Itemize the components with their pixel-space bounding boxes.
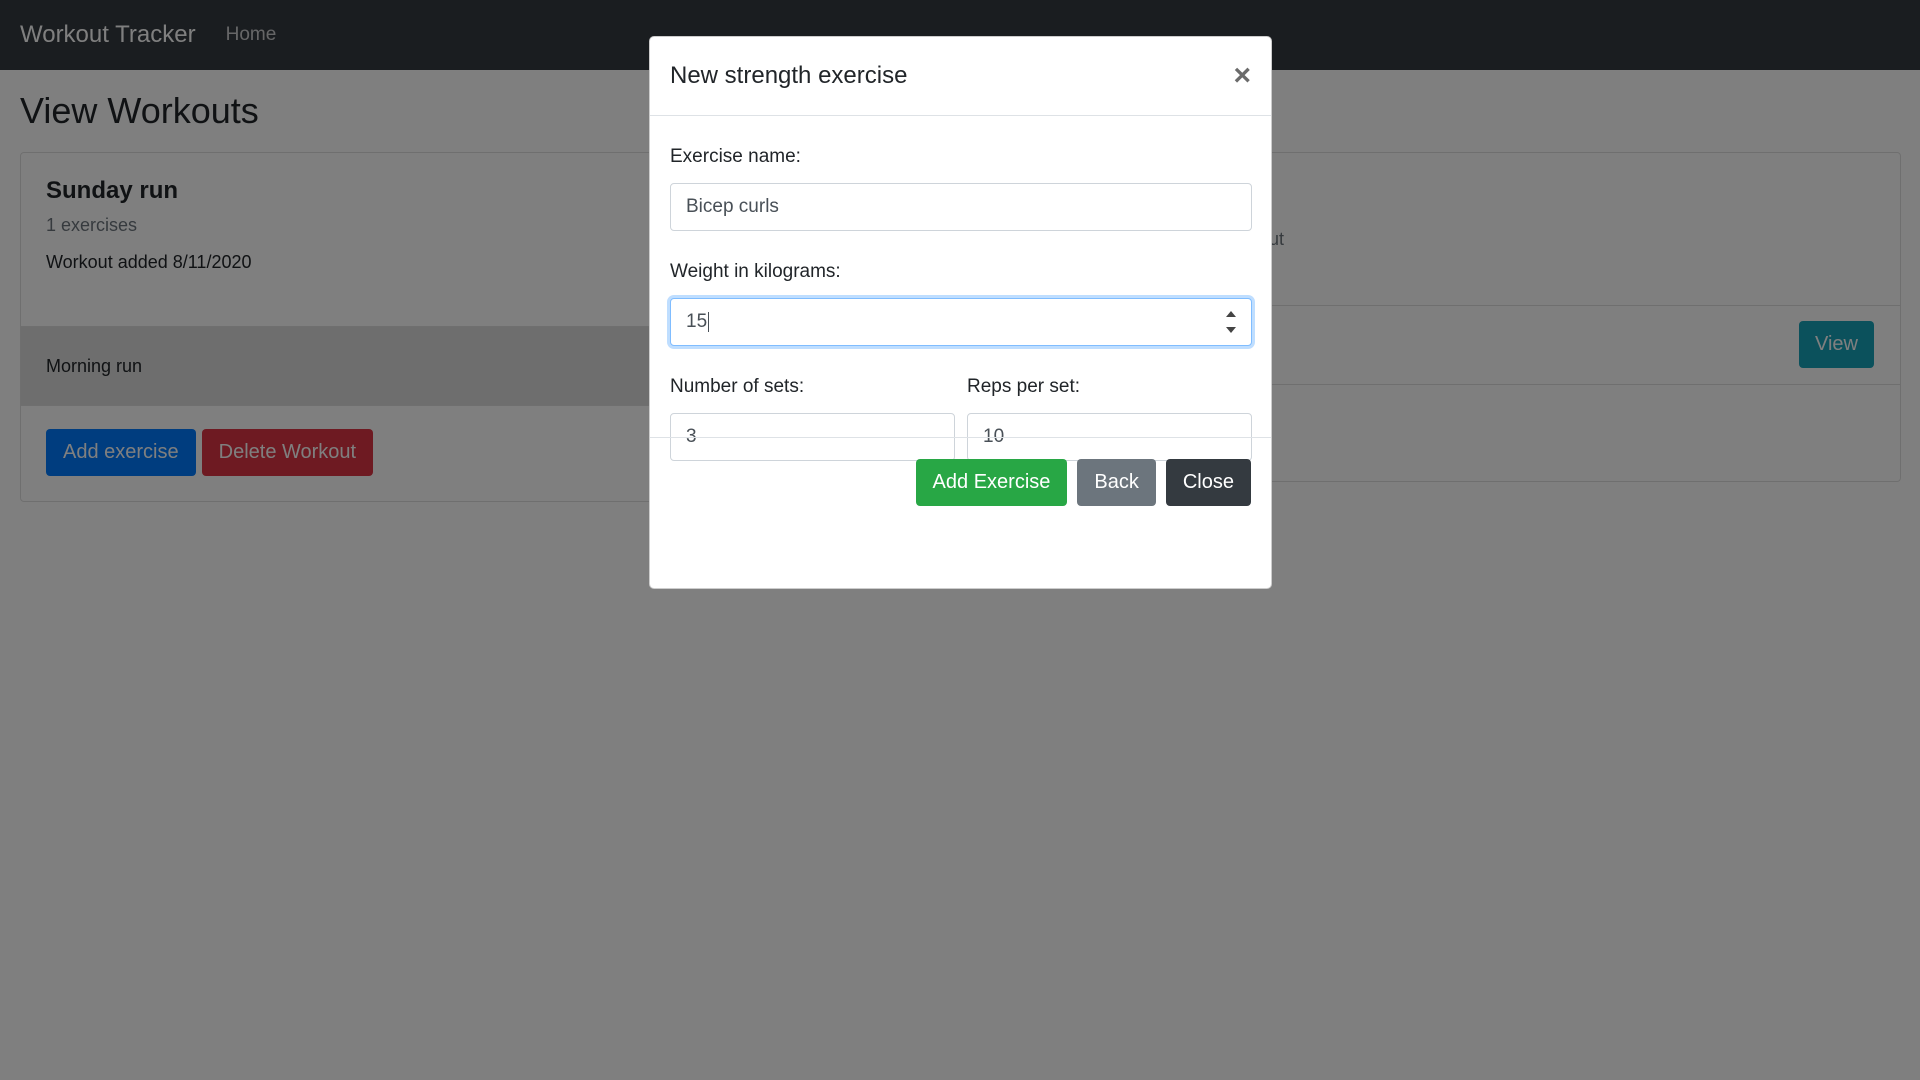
- modal-footer: Add Exercise Back Close: [650, 437, 1271, 590]
- weight-value: 15: [686, 311, 708, 332]
- number-spinner[interactable]: [1225, 311, 1237, 333]
- exercise-name-value: Bicep curls: [686, 196, 779, 217]
- page: Workout Tracker Home View Workouts Sunda…: [0, 0, 1920, 1080]
- sets-label: Number of sets:: [670, 376, 805, 397]
- close-icon[interactable]: ×: [1233, 61, 1251, 91]
- text-cursor: [708, 312, 710, 332]
- back-button[interactable]: Back: [1077, 459, 1156, 506]
- modal-header: New strength exercise ×: [650, 37, 1271, 116]
- add-exercise-submit-button[interactable]: Add Exercise: [915, 459, 1068, 506]
- spin-up-icon[interactable]: [1226, 311, 1236, 317]
- exercise-name-label: Exercise name:: [670, 146, 801, 167]
- exercise-name-input[interactable]: Bicep curls: [670, 183, 1252, 231]
- weight-label: Weight in kilograms:: [670, 261, 841, 282]
- close-button[interactable]: Close: [1165, 459, 1251, 506]
- modal-body: Exercise name: Bicep curls Weight in kil…: [650, 116, 1271, 461]
- reps-label: Reps per set:: [967, 376, 1080, 397]
- modal-actions: Add Exercise Back Close: [915, 459, 1251, 506]
- spin-down-icon[interactable]: [1226, 327, 1236, 333]
- weight-input[interactable]: 15: [670, 298, 1252, 346]
- new-strength-exercise-modal: New strength exercise × Exercise name: B…: [649, 36, 1272, 589]
- modal-title: New strength exercise: [670, 62, 908, 89]
